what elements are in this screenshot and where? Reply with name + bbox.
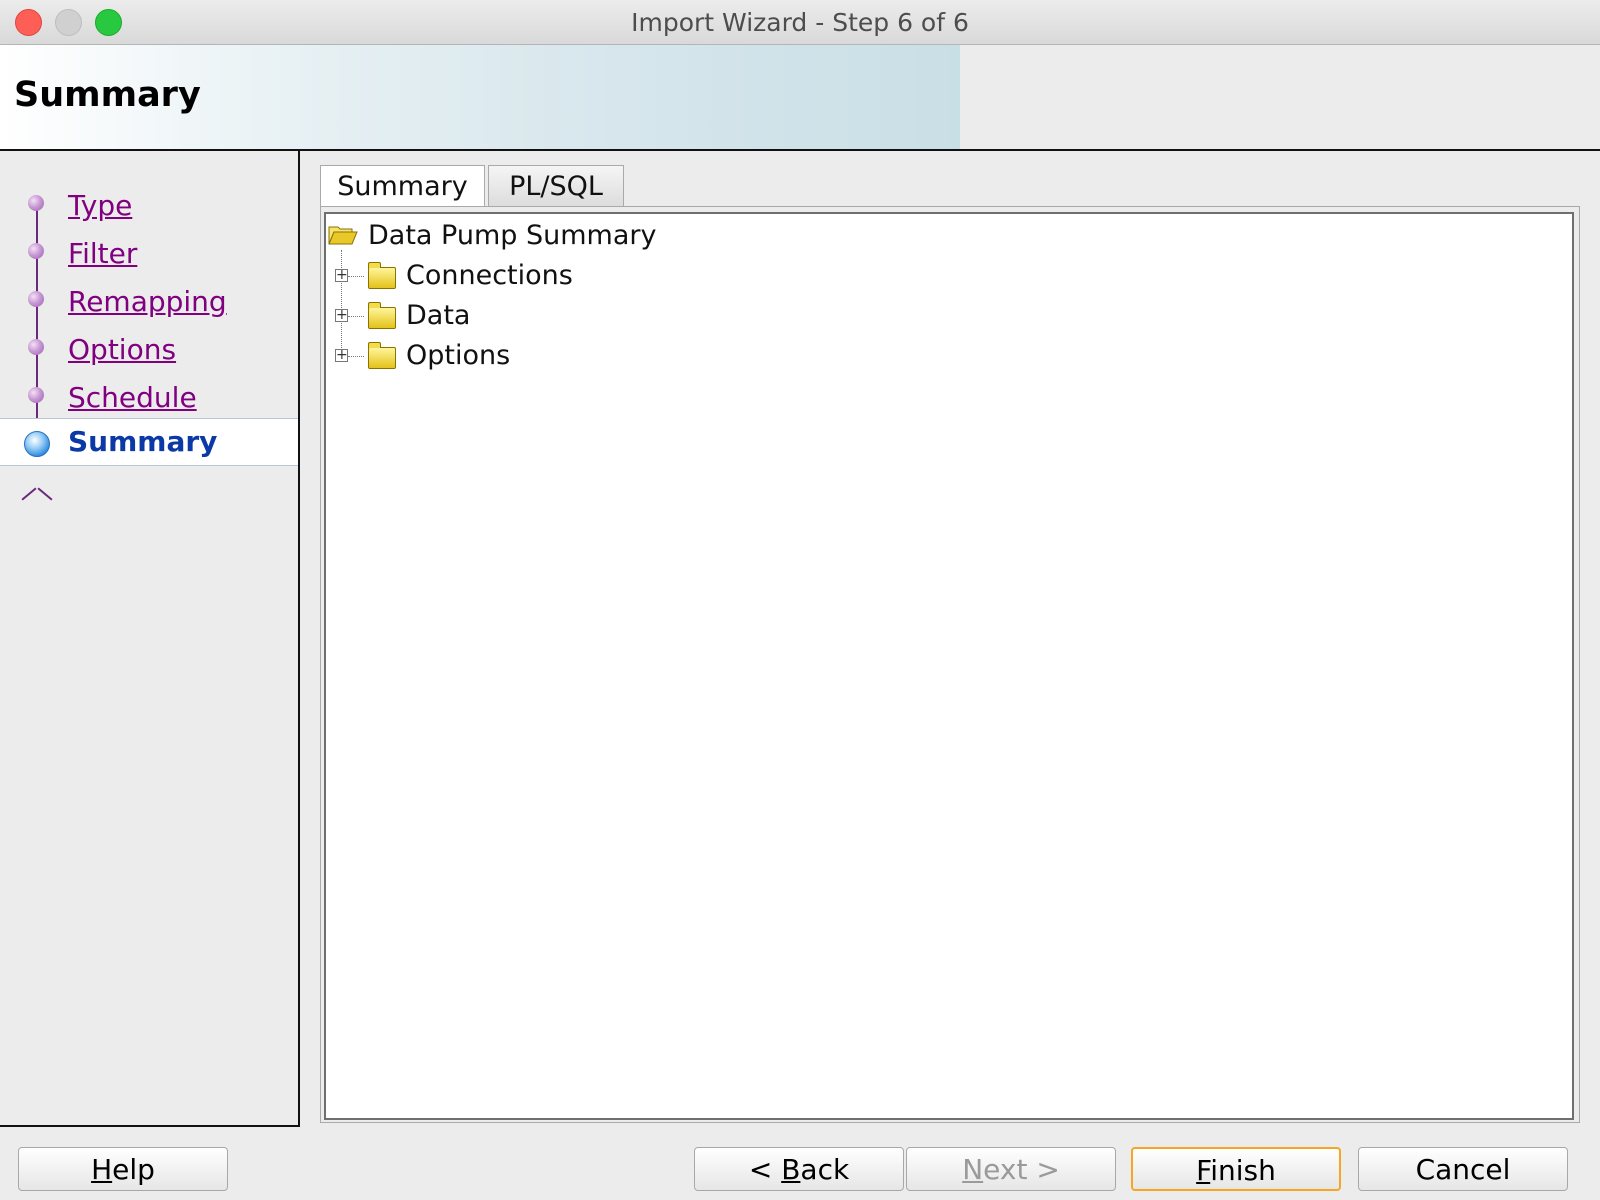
- branch-mark-right: [37, 487, 53, 501]
- tree-node-label: Connections: [406, 260, 573, 291]
- tree-connector: [348, 356, 364, 357]
- window-title: Import Wizard - Step 6 of 6: [631, 8, 969, 37]
- expand-icon[interactable]: +: [335, 348, 348, 362]
- tree-connector: [348, 316, 364, 317]
- tree-root-label: Data Pump Summary: [368, 220, 657, 251]
- expand-icon[interactable]: +: [335, 268, 348, 282]
- step-options[interactable]: Options: [0, 327, 298, 373]
- back-mnemonic: B: [781, 1153, 801, 1186]
- step-label[interactable]: Filter: [68, 237, 137, 270]
- step-dot-icon: [28, 291, 44, 307]
- tree-node-label: Options: [406, 340, 511, 371]
- tree-node-label: Data: [406, 300, 471, 331]
- tree-node-options[interactable]: + Options: [326, 338, 726, 374]
- step-label[interactable]: Remapping: [68, 285, 227, 318]
- next-label: ext >: [983, 1153, 1060, 1186]
- folder-icon: [368, 302, 396, 329]
- finish-mnemonic: F: [1196, 1154, 1211, 1187]
- finish-button[interactable]: Finish: [1131, 1147, 1341, 1191]
- tree-node-data[interactable]: + Data: [326, 298, 726, 334]
- tab-plsql[interactable]: PL/SQL: [488, 165, 624, 207]
- folder-open-icon: [328, 226, 358, 245]
- tab-summary[interactable]: Summary: [320, 165, 485, 207]
- back-button[interactable]: < Back: [694, 1147, 904, 1191]
- help-label: elp: [112, 1153, 155, 1186]
- step-filter[interactable]: Filter: [0, 231, 298, 277]
- tree-node-connections[interactable]: + Connections: [326, 258, 726, 294]
- help-mnemonic: H: [91, 1153, 113, 1186]
- page-title: Summary: [14, 75, 201, 115]
- step-schedule[interactable]: Schedule: [0, 375, 298, 421]
- next-button[interactable]: Next >: [906, 1147, 1116, 1191]
- folder-icon: [368, 342, 396, 369]
- current-step-icon: [24, 431, 50, 457]
- step-label[interactable]: Options: [68, 333, 176, 366]
- wizard-steps-nav: Type Filter Remapping Options Schedule S…: [0, 151, 300, 1127]
- summary-tree[interactable]: Data Pump Summary + Connections + Data +…: [324, 212, 1574, 1120]
- step-label[interactable]: Type: [68, 189, 132, 222]
- back-prefix: <: [748, 1153, 782, 1186]
- tree-connector: [348, 276, 364, 277]
- step-summary[interactable]: Summary: [0, 418, 298, 466]
- wizard-header: Summary: [0, 45, 1600, 149]
- step-type[interactable]: Type: [0, 183, 298, 229]
- expand-icon[interactable]: +: [335, 308, 348, 322]
- folder-icon: [368, 262, 396, 289]
- step-dot-icon: [28, 387, 44, 403]
- back-label: ack: [800, 1153, 850, 1186]
- finish-label: inish: [1210, 1154, 1276, 1187]
- next-mnemonic: N: [962, 1153, 984, 1186]
- step-label[interactable]: Schedule: [68, 381, 197, 414]
- branch-mark-left: [21, 487, 37, 501]
- step-dot-icon: [28, 195, 44, 211]
- title-bar: Import Wizard - Step 6 of 6: [0, 0, 1600, 45]
- step-dot-icon: [28, 243, 44, 259]
- cancel-button[interactable]: Cancel: [1358, 1147, 1568, 1191]
- step-remapping[interactable]: Remapping: [0, 279, 298, 325]
- step-dot-icon: [28, 339, 44, 355]
- step-label: Summary: [68, 425, 218, 458]
- help-button[interactable]: Help: [18, 1147, 228, 1191]
